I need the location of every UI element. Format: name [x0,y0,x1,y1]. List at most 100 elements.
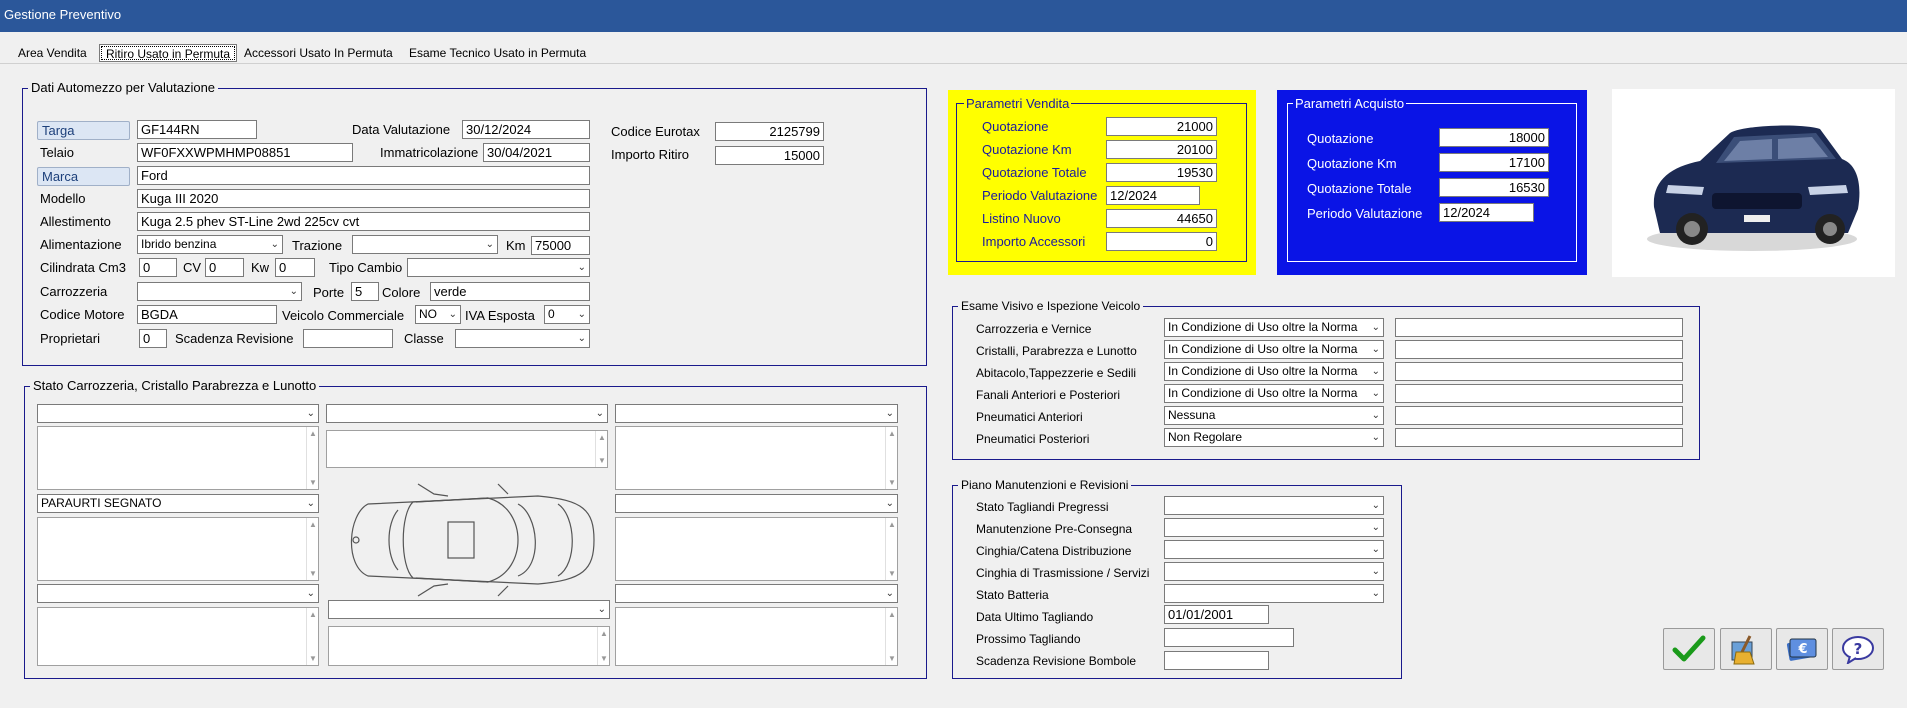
scrollbar[interactable]: ▲ ▼ [306,427,318,489]
km-field[interactable]: 75000 [531,236,590,255]
sales-quotazione-totale-label: Quotazione Totale [982,165,1087,180]
chevron-down-icon: ⌄ [1371,388,1380,399]
body-bottom-right-select[interactable]: ⌄ [615,584,898,603]
chevron-down-icon: ⌄ [597,604,606,615]
purchase-quotazione-km-field[interactable]: 17100 [1439,153,1549,172]
maintenance-bombole-field[interactable] [1164,651,1269,670]
tab-esame-tecnico[interactable]: Esame Tecnico Usato in Permuta [403,44,592,62]
body-bottom-left-select[interactable]: ⌄ [37,584,319,603]
tipo-cambio-select[interactable]: ⌄ [407,258,590,277]
targa-button[interactable]: Targa [37,121,130,140]
scrollbar[interactable]: ▲ ▼ [306,608,318,665]
maintenance-ultimo-tagliando-field[interactable]: 01/01/2001 [1164,605,1269,624]
tab-ritiro-usato[interactable]: Ritiro Usato in Permuta [99,44,238,62]
inspection-note-pneumatici-anteriori[interactable] [1395,406,1683,425]
cilindrata-field[interactable]: 0 [139,258,177,277]
veicolo-commerciale-select[interactable]: NO ⌄ [415,305,461,324]
maintenance-label-batteria: Stato Batteria [976,588,1049,602]
body-middle-right-select[interactable]: ⌄ [615,494,898,513]
sales-listino-field[interactable]: 44650 [1106,209,1217,228]
codice-eurotax-field[interactable]: 2125799 [715,122,824,141]
purchase-quotazione-field[interactable]: 18000 [1439,128,1549,147]
data-valutazione-field[interactable]: 30/12/2024 [462,120,590,139]
maintenance-select-pre-consegna[interactable]: ⌄ [1164,518,1384,537]
body-top-center-select[interactable]: ⌄ [326,404,608,423]
body-top-right-notes[interactable]: ▲ ▼ [615,426,898,490]
euro-button[interactable]: € [1776,628,1828,670]
body-bottom-center-notes[interactable]: ▲ ▼ [328,626,610,666]
confirm-button[interactable] [1663,628,1715,670]
chevron-down-icon: ⌄ [1371,522,1380,533]
targa-field[interactable]: GF144RN [137,120,257,139]
chevron-down-icon: ⌄ [1371,344,1380,355]
body-middle-left-select[interactable]: PARAURTI SEGNATO ⌄ [37,494,319,513]
immatricolazione-field[interactable]: 30/04/2021 [483,143,590,162]
inspection-note-cristalli[interactable] [1395,340,1683,359]
maintenance-select-distribuzione[interactable]: ⌄ [1164,540,1384,559]
tab-area-vendita[interactable]: Area Vendita [12,44,93,62]
maintenance-select-trasmissione[interactable]: ⌄ [1164,562,1384,581]
inspection-select-pneumatici-posteriori[interactable]: Non Regolare ⌄ [1164,428,1384,447]
inspection-select-carrozzeria[interactable]: In Condizione di Uso oltre la Norma ⌄ [1164,318,1384,337]
scrollbar[interactable]: ▲ ▼ [885,518,897,580]
clear-button[interactable] [1720,628,1772,670]
purchase-quotazione-totale-field[interactable]: 16530 [1439,178,1549,197]
codice-motore-field[interactable]: BGDA [137,305,277,324]
maintenance-select-tagliandi[interactable]: ⌄ [1164,496,1384,515]
classe-select[interactable]: ⌄ [455,329,590,348]
inspection-note-pneumatici-posteriori[interactable] [1395,428,1683,447]
porte-field[interactable]: 5 [351,282,379,301]
body-top-left-notes[interactable]: ▲ ▼ [37,426,319,490]
body-top-center-notes[interactable]: ▲ ▼ [326,430,608,468]
body-bottom-center-select[interactable]: ⌄ [328,600,610,619]
body-bottom-left-notes[interactable]: ▲ ▼ [37,607,319,666]
sales-periodo-field[interactable]: 12/2024 [1106,186,1200,205]
inspection-value-abitacolo: In Condizione di Uso oltre la Norma [1168,364,1358,378]
scadenza-revisione-field[interactable] [303,329,393,348]
body-top-left-select[interactable]: ⌄ [37,404,319,423]
body-middle-right-notes[interactable]: ▲ ▼ [615,517,898,581]
inspection-value-pneumatici-anteriori: Nessuna [1168,408,1216,422]
scrollbar[interactable]: ▲ ▼ [306,518,318,580]
inspection-select-cristalli[interactable]: In Condizione di Uso oltre la Norma ⌄ [1164,340,1384,359]
inspection-note-fanali[interactable] [1395,384,1683,403]
proprietari-field[interactable]: 0 [139,329,167,348]
body-top-right-select[interactable]: ⌄ [615,404,898,423]
kw-field[interactable]: 0 [275,258,315,277]
carrozzeria-select[interactable]: ⌄ [137,282,302,301]
purchase-periodo-field[interactable]: 12/2024 [1439,203,1534,222]
inspection-note-abitacolo[interactable] [1395,362,1683,381]
scrollbar[interactable]: ▲ ▼ [595,431,607,467]
scrollbar[interactable]: ▲ ▼ [885,608,897,665]
importo-ritiro-field[interactable]: 15000 [715,146,824,165]
marca-field[interactable]: Ford [137,166,590,185]
scrollbar[interactable]: ▲ ▼ [597,627,609,665]
cv-field[interactable]: 0 [205,258,244,277]
body-bottom-right-notes[interactable]: ▲ ▼ [615,607,898,666]
maintenance-prossimo-tagliando-field[interactable] [1164,628,1294,647]
sales-quotazione-field[interactable]: 21000 [1106,117,1217,136]
allestimento-field[interactable]: Kuga 2.5 phev ST-Line 2wd 225cv cvt [137,212,590,231]
alimentazione-select[interactable]: Ibrido benzina ⌄ [137,235,283,254]
chevron-down-icon: ⌄ [1371,500,1380,511]
tab-accessori-usato[interactable]: Accessori Usato In Permuta [238,44,399,62]
inspection-note-carrozzeria[interactable] [1395,318,1683,337]
modello-field[interactable]: Kuga III 2020 [137,189,590,208]
maintenance-select-batteria[interactable]: ⌄ [1164,584,1384,603]
marca-button[interactable]: Marca [37,167,130,186]
inspection-select-abitacolo[interactable]: In Condizione di Uso oltre la Norma ⌄ [1164,362,1384,381]
inspection-select-pneumatici-anteriori[interactable]: Nessuna ⌄ [1164,406,1384,425]
sales-quotazione-km-field[interactable]: 20100 [1106,140,1217,159]
telaio-field[interactable]: WF0FXXWPMHMP08851 [137,143,353,162]
inspection-select-fanali[interactable]: In Condizione di Uso oltre la Norma ⌄ [1164,384,1384,403]
help-button[interactable]: ? [1832,628,1884,670]
trazione-select[interactable]: ⌄ [352,235,498,254]
scrollbar[interactable]: ▲ ▼ [885,427,897,489]
colore-field[interactable]: verde [430,282,590,301]
iva-esposta-select[interactable]: 0 ⌄ [544,305,590,324]
sales-accessori-field[interactable]: 0 [1106,232,1217,251]
body-middle-left-notes[interactable]: ▲ ▼ [37,517,319,581]
sales-periodo-label: Periodo Valutazione [982,188,1098,203]
maintenance-label-distribuzione: Cinghia/Catena Distribuzione [976,544,1132,558]
sales-quotazione-totale-field[interactable]: 19530 [1106,163,1217,182]
